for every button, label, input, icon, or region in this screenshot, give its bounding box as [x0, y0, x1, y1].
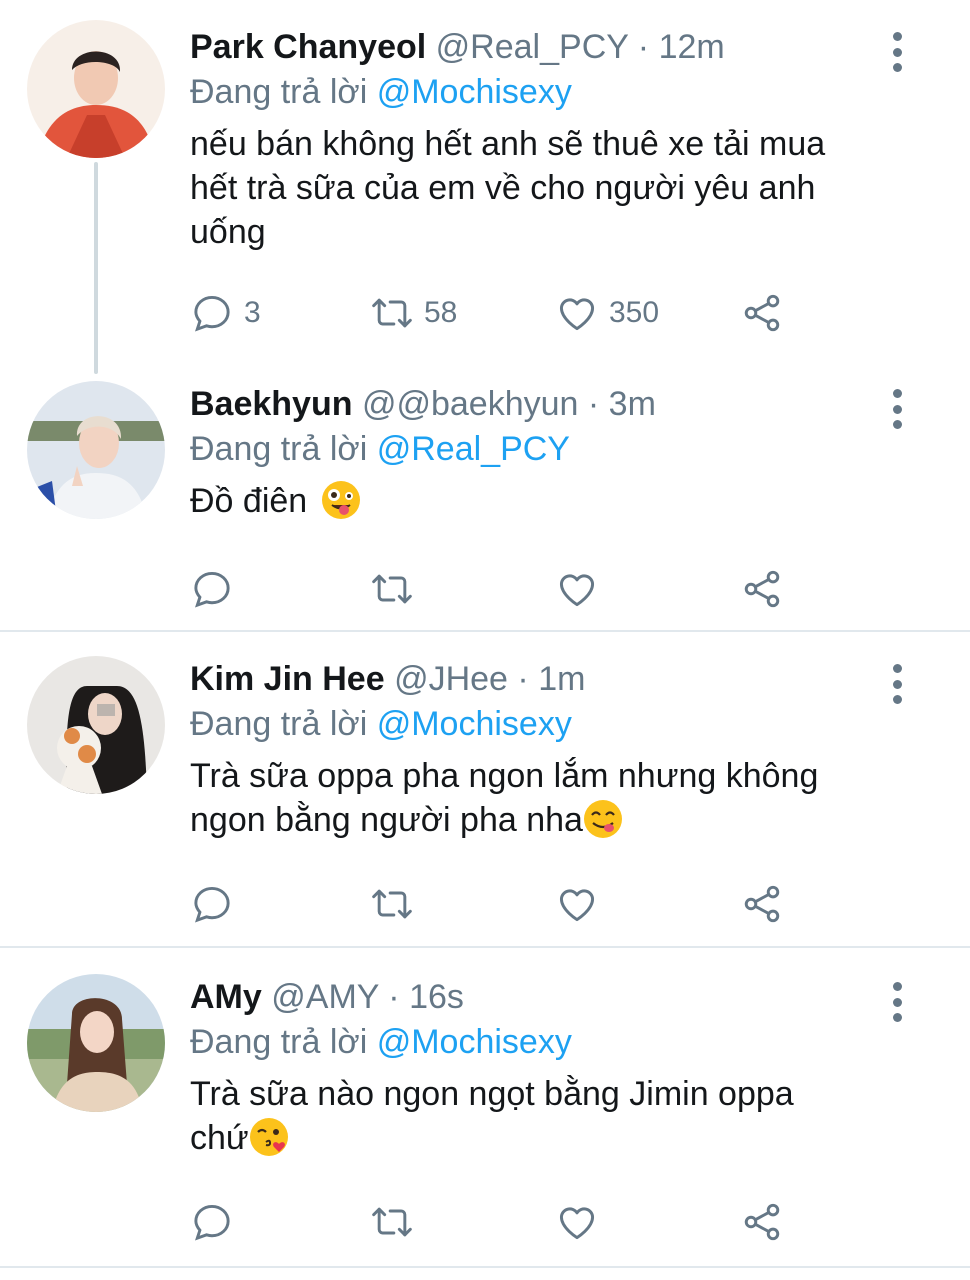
share-button[interactable] — [740, 1199, 784, 1245]
reply-button[interactable] — [190, 1199, 244, 1245]
tweet-text: Trà sữa oppa pha ngon lắm nhưng không ng… — [190, 754, 910, 842]
more-vertical-icon[interactable] — [884, 389, 910, 429]
tweet-actions: 3 58 350 — [190, 290, 810, 336]
like-button[interactable]: 350 — [555, 290, 659, 336]
tweet-actions — [190, 1199, 810, 1245]
more-vertical-icon[interactable] — [884, 32, 910, 72]
replying-to: Đang trả lời @Mochisexy — [190, 702, 572, 746]
user-handle[interactable]: @Real_PCY — [436, 28, 629, 66]
zany-face-icon — [321, 480, 361, 520]
tweet-text: Trà sữa nào ngon ngọt bằng Jimin oppa ch… — [190, 1072, 910, 1160]
retweet-button[interactable] — [370, 881, 424, 927]
reply-icon — [190, 882, 234, 926]
avatar[interactable] — [27, 20, 165, 158]
share-icon — [740, 291, 784, 335]
reply-mention[interactable]: @Mochisexy — [377, 1023, 572, 1061]
separator-dot: · — [637, 28, 650, 66]
share-icon — [740, 882, 784, 926]
retweet-icon — [370, 291, 414, 335]
user-name[interactable]: Park Chanyeol — [190, 28, 426, 66]
like-button[interactable] — [555, 566, 609, 612]
share-icon — [740, 1200, 784, 1244]
user-handle[interactable]: @JHee — [394, 660, 508, 698]
reply-count: 3 — [244, 296, 261, 329]
retweet-icon — [370, 567, 414, 611]
replying-to: Đang trả lời @Mochisexy — [190, 70, 572, 114]
user-name[interactable]: AMy — [190, 978, 262, 1016]
user-handle[interactable]: @@baekhyun — [362, 385, 578, 423]
retweet-count: 58 — [424, 296, 458, 329]
like-button[interactable] — [555, 881, 609, 927]
reply-prefix: Đang trả lời — [190, 705, 368, 743]
user-name[interactable]: Kim Jin Hee — [190, 660, 385, 698]
reply-prefix: Đang trả lời — [190, 1023, 368, 1061]
retweet-icon — [370, 882, 414, 926]
reply-icon — [190, 1200, 234, 1244]
more-vertical-icon[interactable] — [884, 982, 910, 1022]
user-name[interactable]: Baekhyun — [190, 385, 353, 423]
reply-button[interactable]: 3 — [190, 290, 261, 336]
user-handle[interactable]: @AMY — [271, 978, 379, 1016]
separator-dot: · — [388, 978, 400, 1016]
share-button[interactable] — [740, 881, 784, 927]
tweet-header: Baekhyun @@baekhyun · 3m — [190, 381, 656, 427]
tweet-header: AMy @AMY · 16s — [190, 974, 464, 1020]
reply-mention[interactable]: @Mochisexy — [377, 705, 572, 743]
avatar[interactable] — [27, 381, 165, 519]
tweet-divider — [0, 630, 970, 632]
like-button[interactable] — [555, 1199, 609, 1245]
timestamp[interactable]: 12m — [659, 28, 725, 66]
kiss-face-icon — [249, 1117, 289, 1157]
avatar[interactable] — [27, 974, 165, 1112]
share-icon — [740, 567, 784, 611]
tweet-text-body: Trà sữa oppa pha ngon lắm nhưng không ng… — [190, 757, 819, 839]
timestamp[interactable]: 1m — [538, 660, 585, 698]
timestamp[interactable]: 3m — [609, 385, 656, 423]
tweet-header: Kim Jin Hee @JHee · 1m — [190, 656, 585, 702]
retweet-button[interactable] — [370, 1199, 424, 1245]
replying-to: Đang trả lời @Real_PCY — [190, 427, 570, 471]
separator-dot: · — [517, 660, 529, 698]
share-button[interactable] — [740, 566, 784, 612]
avatar[interactable] — [27, 656, 165, 794]
tweet-actions — [190, 881, 810, 927]
reply-mention[interactable]: @Mochisexy — [377, 73, 572, 111]
more-vertical-icon[interactable] — [884, 664, 910, 704]
tweet-divider — [0, 946, 970, 948]
heart-icon — [555, 291, 599, 335]
tweet-actions — [190, 566, 810, 612]
retweet-button[interactable] — [370, 566, 424, 612]
tweet-text: nếu bán không hết anh sẽ thuê xe tải mua… — [190, 125, 826, 251]
reply-icon — [190, 567, 234, 611]
retweet-icon — [370, 1200, 414, 1244]
reply-button[interactable] — [190, 566, 244, 612]
tweet-header: Park Chanyeol @Real_PCY · 12m — [190, 24, 725, 70]
separator-dot: · — [587, 385, 600, 423]
retweet-button[interactable]: 58 — [370, 290, 457, 336]
tweet-text: Đồ điên — [190, 479, 910, 523]
yum-face-icon — [583, 799, 623, 839]
thread-connector — [94, 162, 98, 374]
share-button[interactable] — [740, 290, 784, 336]
reply-prefix: Đang trả lời — [190, 430, 368, 468]
heart-icon — [555, 567, 599, 611]
replying-to: Đang trả lời @Mochisexy — [190, 1020, 572, 1064]
tweet-divider — [0, 1266, 970, 1268]
tweet-text-body: Đồ điên — [190, 482, 317, 520]
reply-mention[interactable]: @Real_PCY — [377, 430, 570, 468]
reply-button[interactable] — [190, 881, 244, 927]
timestamp[interactable]: 16s — [409, 978, 464, 1016]
heart-icon — [555, 1200, 599, 1244]
reply-prefix: Đang trả lời — [190, 73, 368, 111]
reply-icon — [190, 291, 234, 335]
heart-icon — [555, 882, 599, 926]
like-count: 350 — [609, 296, 660, 329]
